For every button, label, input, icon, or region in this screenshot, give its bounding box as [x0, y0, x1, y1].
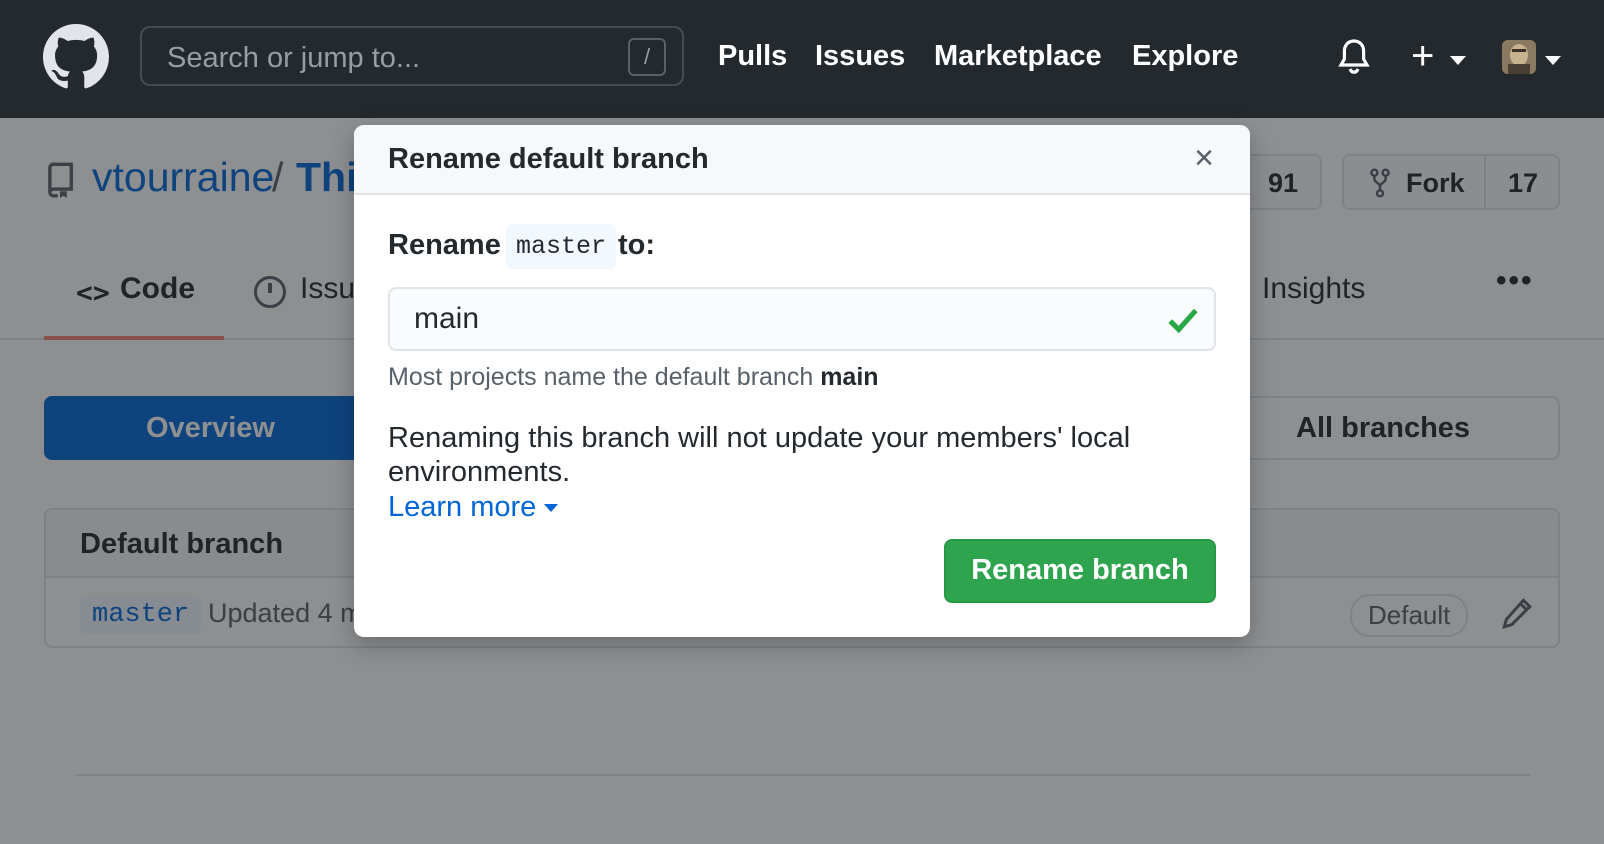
github-logo-icon[interactable] [43, 24, 109, 90]
avatar-image-icon [1502, 40, 1536, 74]
nav-issues[interactable]: Issues [815, 40, 905, 73]
create-new-caret-icon[interactable] [1450, 56, 1466, 65]
hint-branch-name: main [820, 363, 879, 391]
dialog-title: Rename default branch [388, 143, 709, 175]
rename-branch-dialog: Rename default branch × Rename master to… [354, 125, 1250, 637]
rename-warning-text: Renaming this branch will not update you… [388, 422, 1131, 488]
global-header: Search or jump to... / Pulls Issues Mark… [0, 0, 1604, 118]
learn-more-caret-icon [544, 504, 559, 513]
new-branch-name-input[interactable] [388, 287, 1216, 351]
search-placeholder: Search or jump to... [167, 42, 421, 74]
valid-check-icon [1168, 308, 1198, 334]
learn-more-label: Learn more [388, 491, 537, 523]
nav-pulls[interactable]: Pulls [718, 40, 787, 73]
rename-label: Rename [388, 229, 501, 261]
search-input[interactable]: Search or jump to... / [140, 26, 684, 86]
create-new-plus-icon[interactable]: + [1411, 32, 1434, 80]
user-menu-caret-icon[interactable] [1545, 56, 1561, 65]
branch-name-hint: Most projects name the default branch ma… [388, 363, 879, 392]
dialog-header: Rename default branch × [354, 125, 1250, 195]
user-avatar[interactable] [1502, 40, 1536, 74]
nav-marketplace[interactable]: Marketplace [934, 40, 1102, 73]
notifications-bell-icon[interactable] [1338, 38, 1370, 76]
learn-more-toggle[interactable]: Learn more [388, 491, 559, 524]
rename-to-label: to: [618, 229, 656, 261]
current-branch-chip: master [506, 224, 617, 269]
close-icon[interactable]: × [1188, 141, 1220, 175]
search-shortcut-key: / [628, 38, 666, 76]
nav-explore[interactable]: Explore [1132, 40, 1238, 73]
rename-branch-button[interactable]: Rename branch [944, 539, 1216, 603]
hint-text: Most projects name the default branch [388, 363, 814, 391]
